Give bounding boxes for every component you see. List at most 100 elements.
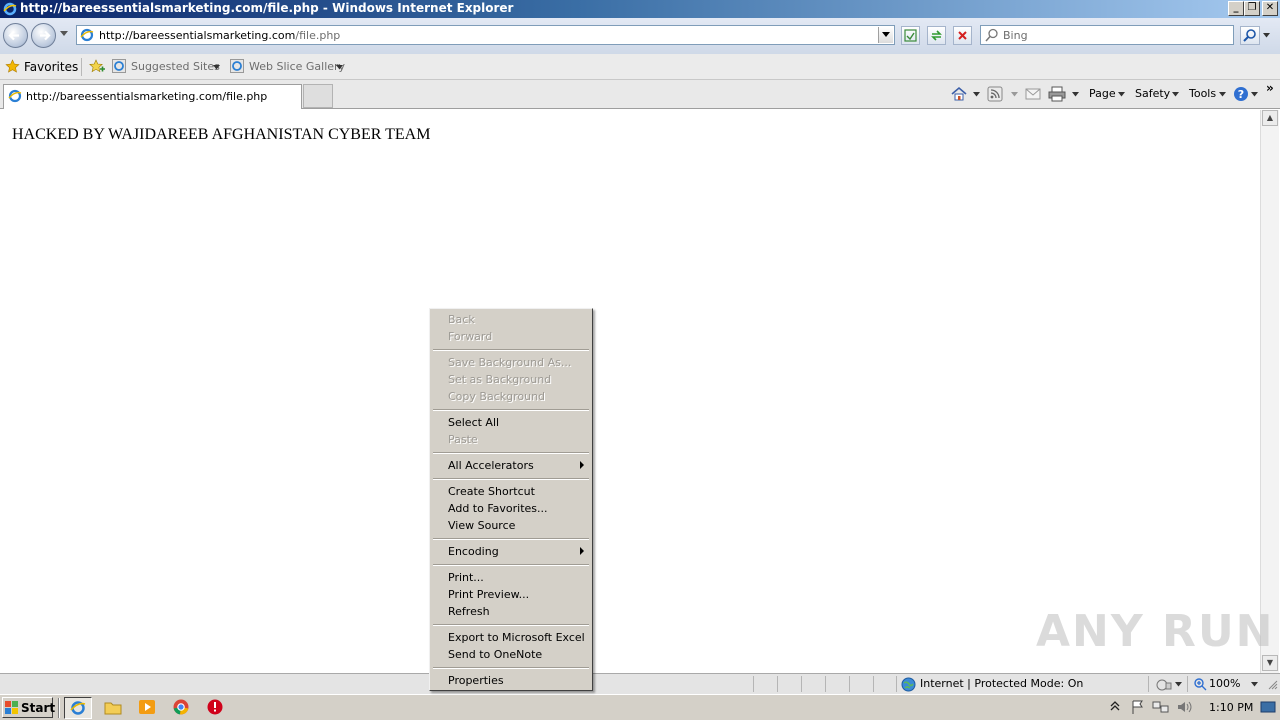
status-divider bbox=[777, 676, 778, 692]
minimize-button[interactable]: _ bbox=[1228, 1, 1244, 16]
status-divider bbox=[801, 676, 802, 692]
address-url[interactable]: http://bareessentialsmarketing.com/file.… bbox=[99, 29, 340, 42]
tools-dropdown-icon[interactable] bbox=[1219, 92, 1226, 97]
taskbar-explorer-folder-icon[interactable] bbox=[103, 698, 125, 718]
status-divider bbox=[873, 676, 874, 692]
anyrun-watermark: ANY RUN bbox=[1036, 606, 1275, 657]
menu-item-create-shortcut[interactable]: Create Shortcut bbox=[448, 483, 535, 500]
home-icon[interactable] bbox=[950, 85, 968, 103]
scroll-down-arrow[interactable]: ▼ bbox=[1262, 655, 1278, 671]
security-zone-label[interactable]: Internet | Protected Mode: On bbox=[920, 677, 1083, 690]
taskbar-chrome-icon[interactable] bbox=[171, 698, 193, 718]
action-center-flag-icon[interactable] bbox=[1130, 699, 1146, 715]
menu-item-back[interactable]: Back bbox=[448, 311, 475, 328]
menu-item-refresh[interactable]: Refresh bbox=[448, 603, 490, 620]
address-bar[interactable]: http://bareessentialsmarketing.com/file.… bbox=[76, 25, 895, 45]
zoom-level[interactable]: 100% bbox=[1209, 677, 1240, 690]
zoom-dropdown-icon[interactable] bbox=[1251, 682, 1258, 687]
submenu-arrow-icon bbox=[580, 547, 584, 555]
back-arrow-icon bbox=[8, 30, 19, 41]
ie-logo-icon bbox=[3, 2, 17, 16]
web-slice-gallery-link[interactable]: Web Slice Gallery bbox=[249, 60, 345, 73]
feeds-dropdown-icon[interactable] bbox=[1011, 92, 1018, 97]
menu-item-print[interactable]: Print... bbox=[448, 569, 484, 586]
menu-item-all-accelerators[interactable]: All Accelerators bbox=[448, 457, 534, 474]
taskbar-internet-explorer[interactable] bbox=[64, 697, 92, 719]
navigation-bar: http://bareessentialsmarketing.com/file.… bbox=[0, 18, 1280, 54]
close-button[interactable]: ✕ bbox=[1262, 1, 1278, 16]
feeds-icon[interactable] bbox=[987, 86, 1003, 102]
context-menu: Back Forward Save Background As... Set a… bbox=[429, 308, 593, 691]
print-icon[interactable] bbox=[1048, 86, 1066, 102]
windows-logo-icon bbox=[5, 701, 19, 715]
start-button[interactable]: Start bbox=[2, 697, 55, 718]
zone-dropdown-icon[interactable] bbox=[1175, 682, 1182, 687]
menu-item-set-as-background[interactable]: Set as Background bbox=[448, 371, 551, 388]
volume-icon[interactable] bbox=[1176, 699, 1194, 715]
print-dropdown-icon[interactable] bbox=[1072, 92, 1079, 97]
safety-menu[interactable]: Safety bbox=[1135, 87, 1170, 100]
menu-separator bbox=[433, 478, 589, 480]
taskbar-security-alert-icon[interactable] bbox=[205, 698, 227, 718]
menu-item-forward[interactable]: Forward bbox=[448, 328, 492, 345]
network-icon[interactable] bbox=[1152, 699, 1170, 715]
forward-button[interactable] bbox=[31, 23, 56, 48]
menu-separator bbox=[433, 452, 589, 454]
menu-item-properties[interactable]: Properties bbox=[448, 672, 504, 689]
refresh-icon bbox=[931, 30, 942, 41]
protected-mode-lock-icon[interactable] bbox=[1156, 677, 1172, 692]
add-to-favorites-bar-icon[interactable] bbox=[88, 58, 106, 75]
page-menu[interactable]: Page bbox=[1089, 87, 1116, 100]
help-dropdown-icon[interactable] bbox=[1251, 92, 1258, 97]
suggested-sites-link[interactable]: Suggested Sites bbox=[131, 60, 220, 73]
taskbar-divider bbox=[58, 698, 60, 718]
menu-item-select-all[interactable]: Select All bbox=[448, 414, 499, 431]
address-dropdown-button[interactable] bbox=[878, 27, 893, 43]
menu-item-print-preview[interactable]: Print Preview... bbox=[448, 586, 529, 603]
search-button[interactable] bbox=[1240, 26, 1260, 45]
menu-item-save-background-as[interactable]: Save Background As... bbox=[448, 354, 571, 371]
stop-x-icon bbox=[958, 31, 967, 40]
favorites-button[interactable]: Favorites bbox=[24, 60, 78, 74]
status-divider bbox=[1148, 676, 1149, 692]
menu-item-send-onenote[interactable]: Send to OneNote bbox=[448, 646, 542, 663]
back-button[interactable] bbox=[3, 23, 28, 48]
refresh-button[interactable] bbox=[927, 26, 946, 45]
history-dropdown-icon[interactable] bbox=[60, 31, 68, 37]
taskbar-media-player-icon[interactable] bbox=[137, 698, 159, 718]
taskbar: Start 1:10 PM bbox=[0, 694, 1280, 720]
menu-item-copy-background[interactable]: Copy Background bbox=[448, 388, 545, 405]
page-dropdown-icon[interactable] bbox=[1118, 92, 1125, 97]
maximize-button[interactable]: ❐ bbox=[1244, 1, 1260, 16]
search-box[interactable]: Bing bbox=[980, 25, 1234, 45]
stop-button[interactable] bbox=[953, 26, 972, 45]
suggested-sites-dropdown-icon[interactable] bbox=[213, 65, 220, 70]
safety-dropdown-icon[interactable] bbox=[1172, 92, 1179, 97]
compatibility-view-button[interactable] bbox=[901, 26, 920, 45]
read-mail-icon[interactable] bbox=[1025, 87, 1041, 101]
command-overflow-button[interactable]: » bbox=[1266, 81, 1274, 95]
menu-item-paste[interactable]: Paste bbox=[448, 431, 478, 448]
show-desktop-icon[interactable] bbox=[1260, 700, 1276, 714]
menu-item-encoding[interactable]: Encoding bbox=[448, 543, 499, 560]
help-icon[interactable]: ? bbox=[1233, 86, 1249, 102]
menu-item-export-excel[interactable]: Export to Microsoft Excel bbox=[448, 629, 585, 646]
tools-menu[interactable]: Tools bbox=[1189, 87, 1216, 100]
menu-item-view-source[interactable]: View Source bbox=[448, 517, 515, 534]
scroll-up-arrow[interactable]: ▲ bbox=[1262, 110, 1278, 126]
compatibility-icon bbox=[904, 29, 917, 42]
show-hidden-icons-icon[interactable] bbox=[1110, 700, 1120, 712]
web-slice-dropdown-icon[interactable] bbox=[336, 65, 343, 70]
status-divider bbox=[849, 676, 850, 692]
search-options-dropdown-icon[interactable] bbox=[1263, 33, 1270, 38]
search-icon bbox=[1243, 29, 1256, 42]
menu-item-add-to-favorites[interactable]: Add to Favorites... bbox=[448, 500, 548, 517]
favorites-bar: Favorites Suggested Sites Web Slice Gall… bbox=[0, 54, 1280, 80]
new-tab-button[interactable] bbox=[303, 84, 333, 108]
taskbar-clock[interactable]: 1:10 PM bbox=[1209, 701, 1253, 714]
tab-active[interactable]: http://bareessentialsmarketing.com/file.… bbox=[3, 84, 302, 109]
vertical-scrollbar[interactable]: ▲ ▼ bbox=[1260, 110, 1279, 673]
zoom-icon[interactable] bbox=[1193, 677, 1207, 691]
resize-grip-icon[interactable] bbox=[1268, 680, 1278, 690]
home-dropdown-icon[interactable] bbox=[973, 92, 980, 97]
